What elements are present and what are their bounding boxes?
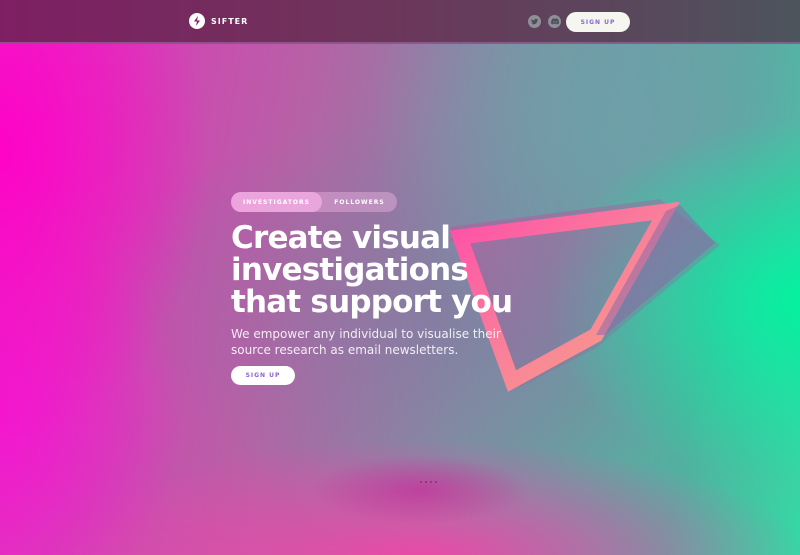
lightning-icon — [189, 13, 205, 29]
discord-icon[interactable] — [548, 15, 561, 28]
brand-name: SIFTER — [211, 16, 249, 26]
subtext-line-1: We empower any individual to visualise t… — [231, 327, 501, 341]
headline-line-1: Create visual — [231, 220, 451, 256]
brand-logo[interactable]: SIFTER — [189, 13, 248, 29]
tab-followers[interactable]: FOLLOWERS — [322, 192, 397, 212]
hero-headline: Create visual investigations that suppor… — [231, 222, 531, 318]
top-navigation-bar: SIFTER SIGN UP — [0, 0, 800, 44]
subtext-line-2: source research as email newsletters. — [231, 343, 459, 357]
nav-signup-button[interactable]: SIGN UP — [566, 12, 630, 32]
headline-line-2: investigations — [231, 252, 469, 288]
decorative-dots — [420, 481, 437, 483]
audience-tab-switch: INVESTIGATORS FOLLOWERS — [231, 192, 397, 212]
hero-signup-button[interactable]: SIGN UP — [231, 366, 295, 385]
tab-investigators[interactable]: INVESTIGATORS — [231, 192, 322, 212]
headline-line-3: that support you — [231, 284, 513, 320]
floor-shadow — [310, 455, 530, 525]
twitter-icon[interactable] — [528, 15, 541, 28]
hero-subtext: We empower any individual to visualise t… — [231, 326, 521, 358]
